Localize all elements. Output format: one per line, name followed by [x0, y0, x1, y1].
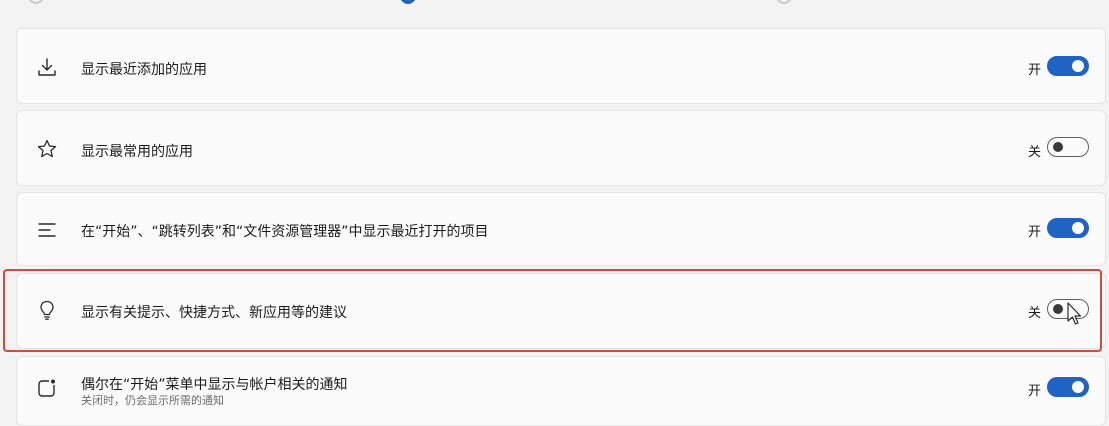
- recently-added-apps-toggle[interactable]: [1047, 56, 1089, 76]
- layout-radio-more-pins[interactable]: [400, 0, 416, 4]
- setting-row-recently-opened-items[interactable]: 在“开始”、“跳转列表”和“文件资源管理器”中显示最近打开的项目 开: [16, 192, 1106, 266]
- mouse-cursor-icon: [1066, 302, 1082, 330]
- most-used-apps-toggle[interactable]: [1047, 137, 1089, 157]
- toggle-knob: [1072, 60, 1084, 72]
- recently-opened-items-toggle[interactable]: [1047, 218, 1089, 238]
- toggle-knob: [1072, 381, 1084, 393]
- toggle-knob: [1053, 142, 1063, 152]
- toggle-state-text: 开: [1027, 63, 1041, 78]
- star-icon: [35, 137, 59, 161]
- layout-radio-default[interactable]: [28, 0, 44, 4]
- toggle-state-text: 开: [1027, 384, 1041, 399]
- account-notifications-toggle[interactable]: [1047, 377, 1089, 397]
- download-icon: [35, 55, 59, 79]
- setting-row-account-notifications[interactable]: 偶尔在“开始”菜单中显示与帐户相关的通知 关闭时，仍会显示所需的通知 开: [16, 356, 1106, 426]
- setting-label: 显示有关提示、快捷方式、新应用等的建议: [81, 305, 347, 321]
- setting-label: 偶尔在“开始”菜单中显示与帐户相关的通知: [81, 377, 348, 393]
- setting-row-recently-added-apps[interactable]: 显示最近添加的应用 开: [16, 28, 1106, 104]
- setting-row-most-used-apps[interactable]: 显示最常用的应用 关: [16, 110, 1106, 186]
- toggle-knob: [1053, 304, 1063, 314]
- layout-options-strip: [0, 0, 1109, 14]
- layout-radio-more-recommendations[interactable]: [776, 0, 792, 4]
- setting-row-tips-suggestions[interactable]: 显示有关提示、快捷方式、新应用等的建议 关: [16, 273, 1106, 349]
- toggle-state-text: 关: [1027, 306, 1041, 321]
- toggle-knob: [1072, 222, 1084, 234]
- setting-label: 显示最近添加的应用: [81, 62, 207, 78]
- notification-icon: [35, 376, 59, 400]
- toggle-state-text: 开: [1027, 225, 1041, 240]
- setting-sublabel: 关闭时，仍会显示所需的通知: [81, 394, 224, 407]
- lightbulb-icon: [35, 298, 59, 322]
- setting-label: 显示最常用的应用: [81, 144, 193, 160]
- setting-label: 在“开始”、“跳转列表”和“文件资源管理器”中显示最近打开的项目: [81, 224, 489, 240]
- toggle-state-text: 关: [1027, 145, 1041, 160]
- list-icon: [35, 218, 59, 242]
